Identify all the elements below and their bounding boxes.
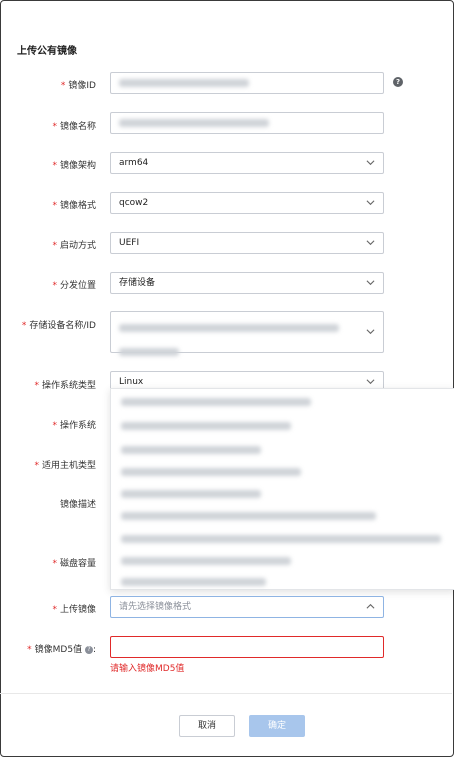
chevron-down-icon bbox=[366, 160, 375, 166]
storage-device-label: * 存储设备名称/ID bbox=[21, 321, 96, 331]
dropdown-option[interactable] bbox=[121, 489, 261, 499]
image-name-label: * 镜像名称 bbox=[52, 122, 96, 132]
distribution-value: 存储设备 bbox=[119, 278, 156, 288]
upload-image-label: * 上传镜像 bbox=[52, 605, 96, 615]
chevron-down-icon bbox=[366, 329, 375, 335]
storage-device-select[interactable] bbox=[110, 311, 384, 356]
question-circle-icon[interactable]: ? bbox=[84, 645, 93, 654]
dropdown-option[interactable] bbox=[121, 421, 291, 431]
ok-button[interactable]: 确定 bbox=[249, 715, 305, 737]
question-circle-icon[interactable]: ? bbox=[393, 77, 403, 87]
md5-label: * 镜像MD5值 ?: bbox=[27, 645, 96, 655]
upload-image-select[interactable]: 请先选择镜像格式 bbox=[110, 596, 384, 618]
boot-mode-label: * 启动方式 bbox=[52, 241, 96, 251]
chevron-down-icon bbox=[366, 280, 375, 286]
blurred-value bbox=[119, 78, 249, 87]
blurred-value bbox=[119, 118, 269, 127]
os-type-label: * 操作系统类型 bbox=[34, 381, 96, 391]
md5-input[interactable] bbox=[110, 636, 384, 658]
footer-divider bbox=[0, 693, 452, 694]
dropdown-option[interactable] bbox=[121, 577, 266, 587]
chevron-up-icon bbox=[366, 603, 375, 609]
blurred-value bbox=[119, 323, 339, 332]
dropdown-option[interactable] bbox=[121, 511, 376, 521]
os-type-value: Linux bbox=[119, 377, 144, 387]
dialog-title: 上传公有镜像 bbox=[17, 46, 77, 57]
image-name-input[interactable] bbox=[110, 112, 384, 134]
dropdown-option[interactable] bbox=[121, 556, 291, 566]
boot-mode-select[interactable]: UEFI bbox=[110, 232, 384, 254]
os-dropdown-panel[interactable] bbox=[110, 388, 454, 590]
image-id-label: * 镜像ID bbox=[60, 81, 96, 91]
description-label: 镜像描述 bbox=[59, 500, 96, 510]
disk-capacity-label: * 磁盘容量 bbox=[52, 559, 96, 569]
chevron-down-icon bbox=[366, 200, 375, 206]
cancel-button[interactable]: 取消 bbox=[179, 715, 235, 737]
upload-image-placeholder: 请先选择镜像格式 bbox=[119, 602, 192, 612]
image-format-label: * 镜像格式 bbox=[52, 201, 96, 211]
dropdown-option[interactable] bbox=[121, 445, 261, 455]
distribution-select[interactable]: 存储设备 bbox=[110, 272, 384, 294]
image-id-input[interactable] bbox=[110, 72, 384, 94]
chevron-down-icon bbox=[366, 240, 375, 246]
image-arch-value: arm64 bbox=[119, 158, 149, 168]
blurred-value bbox=[119, 347, 179, 356]
distribution-label: * 分发位置 bbox=[52, 281, 96, 291]
image-format-value: qcow2 bbox=[119, 198, 149, 208]
chevron-down-icon bbox=[366, 379, 375, 385]
image-arch-select[interactable]: arm64 bbox=[110, 152, 384, 174]
os-label: * 操作系统 bbox=[52, 421, 96, 431]
image-format-select[interactable]: qcow2 bbox=[110, 192, 384, 214]
image-arch-label: * 镜像架构 bbox=[52, 161, 96, 171]
boot-mode-value: UEFI bbox=[119, 238, 140, 248]
dropdown-option[interactable] bbox=[121, 397, 311, 407]
dropdown-option[interactable] bbox=[121, 534, 441, 544]
host-type-label: * 适用主机类型 bbox=[34, 461, 96, 471]
md5-error-text: 请输入镜像MD5值 bbox=[110, 664, 185, 674]
dropdown-option[interactable] bbox=[121, 467, 301, 477]
